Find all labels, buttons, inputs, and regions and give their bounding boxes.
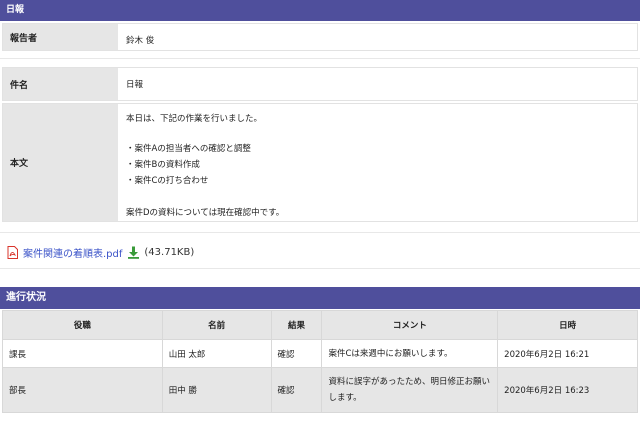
body-line: ・案件Aの担当者への確認と調整 — [126, 144, 251, 154]
page-title: 日報 — [6, 5, 25, 15]
pdf-icon[interactable] — [7, 245, 18, 259]
reporter-row: 報告者 鈴木 俊 — [2, 23, 638, 51]
table-row: 課長 山田 太郎 確認 案件Cは来週中にお願いします。 2020年6月2日 16… — [2, 339, 638, 368]
cell-name: 山田 太郎 — [161, 339, 272, 368]
body-line: ・案件Bの資料作成 — [126, 160, 200, 170]
body-label: 本文 — [3, 104, 118, 221]
cell-comment: 資料に誤字があったため、明日修正お願いします。 — [321, 367, 499, 413]
subject-value: 日報 — [126, 80, 144, 90]
reporter-label: 報告者 — [3, 24, 118, 50]
attachment-size: (43.71KB) — [144, 246, 195, 258]
reporter-value: 鈴木 俊 — [126, 36, 155, 46]
column-header-result: 結果 — [270, 310, 323, 340]
cell-role: 部長 — [2, 367, 163, 413]
column-header-datetime: 日時 — [497, 310, 638, 340]
table-row: 部長 田中 勝 確認 資料に誤字があったため、明日修正お願いします。 2020年… — [2, 367, 638, 413]
cell-role: 課長 — [2, 339, 163, 368]
body-line: 案件Dの資料については現在確認中です。 — [126, 208, 285, 218]
cell-name: 田中 勝 — [161, 367, 272, 413]
progress-title-bar: 進行状況 — [0, 287, 640, 309]
divider — [0, 268, 640, 269]
body-line: 本日は、下記の作業を行いました。 — [126, 114, 263, 124]
subject-row: 件名 日報 — [2, 67, 638, 101]
cell-result: 確認 — [270, 339, 323, 368]
subject-label: 件名 — [3, 68, 118, 100]
cell-comment: 案件Cは来週中にお願いします。 — [321, 339, 499, 368]
body-value-cell: 本日は、下記の作業を行いました。 ・案件Aの担当者への確認と調整 ・案件Bの資料… — [118, 104, 637, 221]
cell-datetime: 2020年6月2日 16:23 — [497, 367, 638, 413]
column-header-comment: コメント — [321, 310, 499, 340]
divider — [0, 232, 640, 233]
column-header-name: 名前 — [161, 310, 272, 340]
progress-table: 役職 名前 結果 コメント 日時 課長 山田 太郎 確認 案件Cは来週中にお願い… — [2, 310, 638, 413]
cell-datetime: 2020年6月2日 16:21 — [497, 339, 638, 368]
reporter-value-cell: 鈴木 俊 — [118, 24, 637, 50]
body-row: 本文 本日は、下記の作業を行いました。 ・案件Aの担当者への確認と調整 ・案件B… — [2, 103, 638, 222]
cell-result: 確認 — [270, 367, 323, 413]
attachment: 案件関連の着順表.pdf (43.71KB) — [7, 244, 194, 260]
download-icon[interactable] — [127, 246, 140, 259]
subject-value-cell: 日報 — [118, 68, 637, 100]
attachment-link[interactable]: 案件関連の着順表.pdf — [23, 245, 122, 260]
body-line: ・案件Cの打ち合わせ — [126, 176, 209, 186]
divider — [0, 58, 640, 59]
table-header-row: 役職 名前 結果 コメント 日時 — [2, 310, 638, 340]
page-title-bar: 日報 — [0, 0, 640, 21]
progress-title: 進行状況 — [6, 292, 46, 303]
column-header-role: 役職 — [2, 310, 163, 340]
